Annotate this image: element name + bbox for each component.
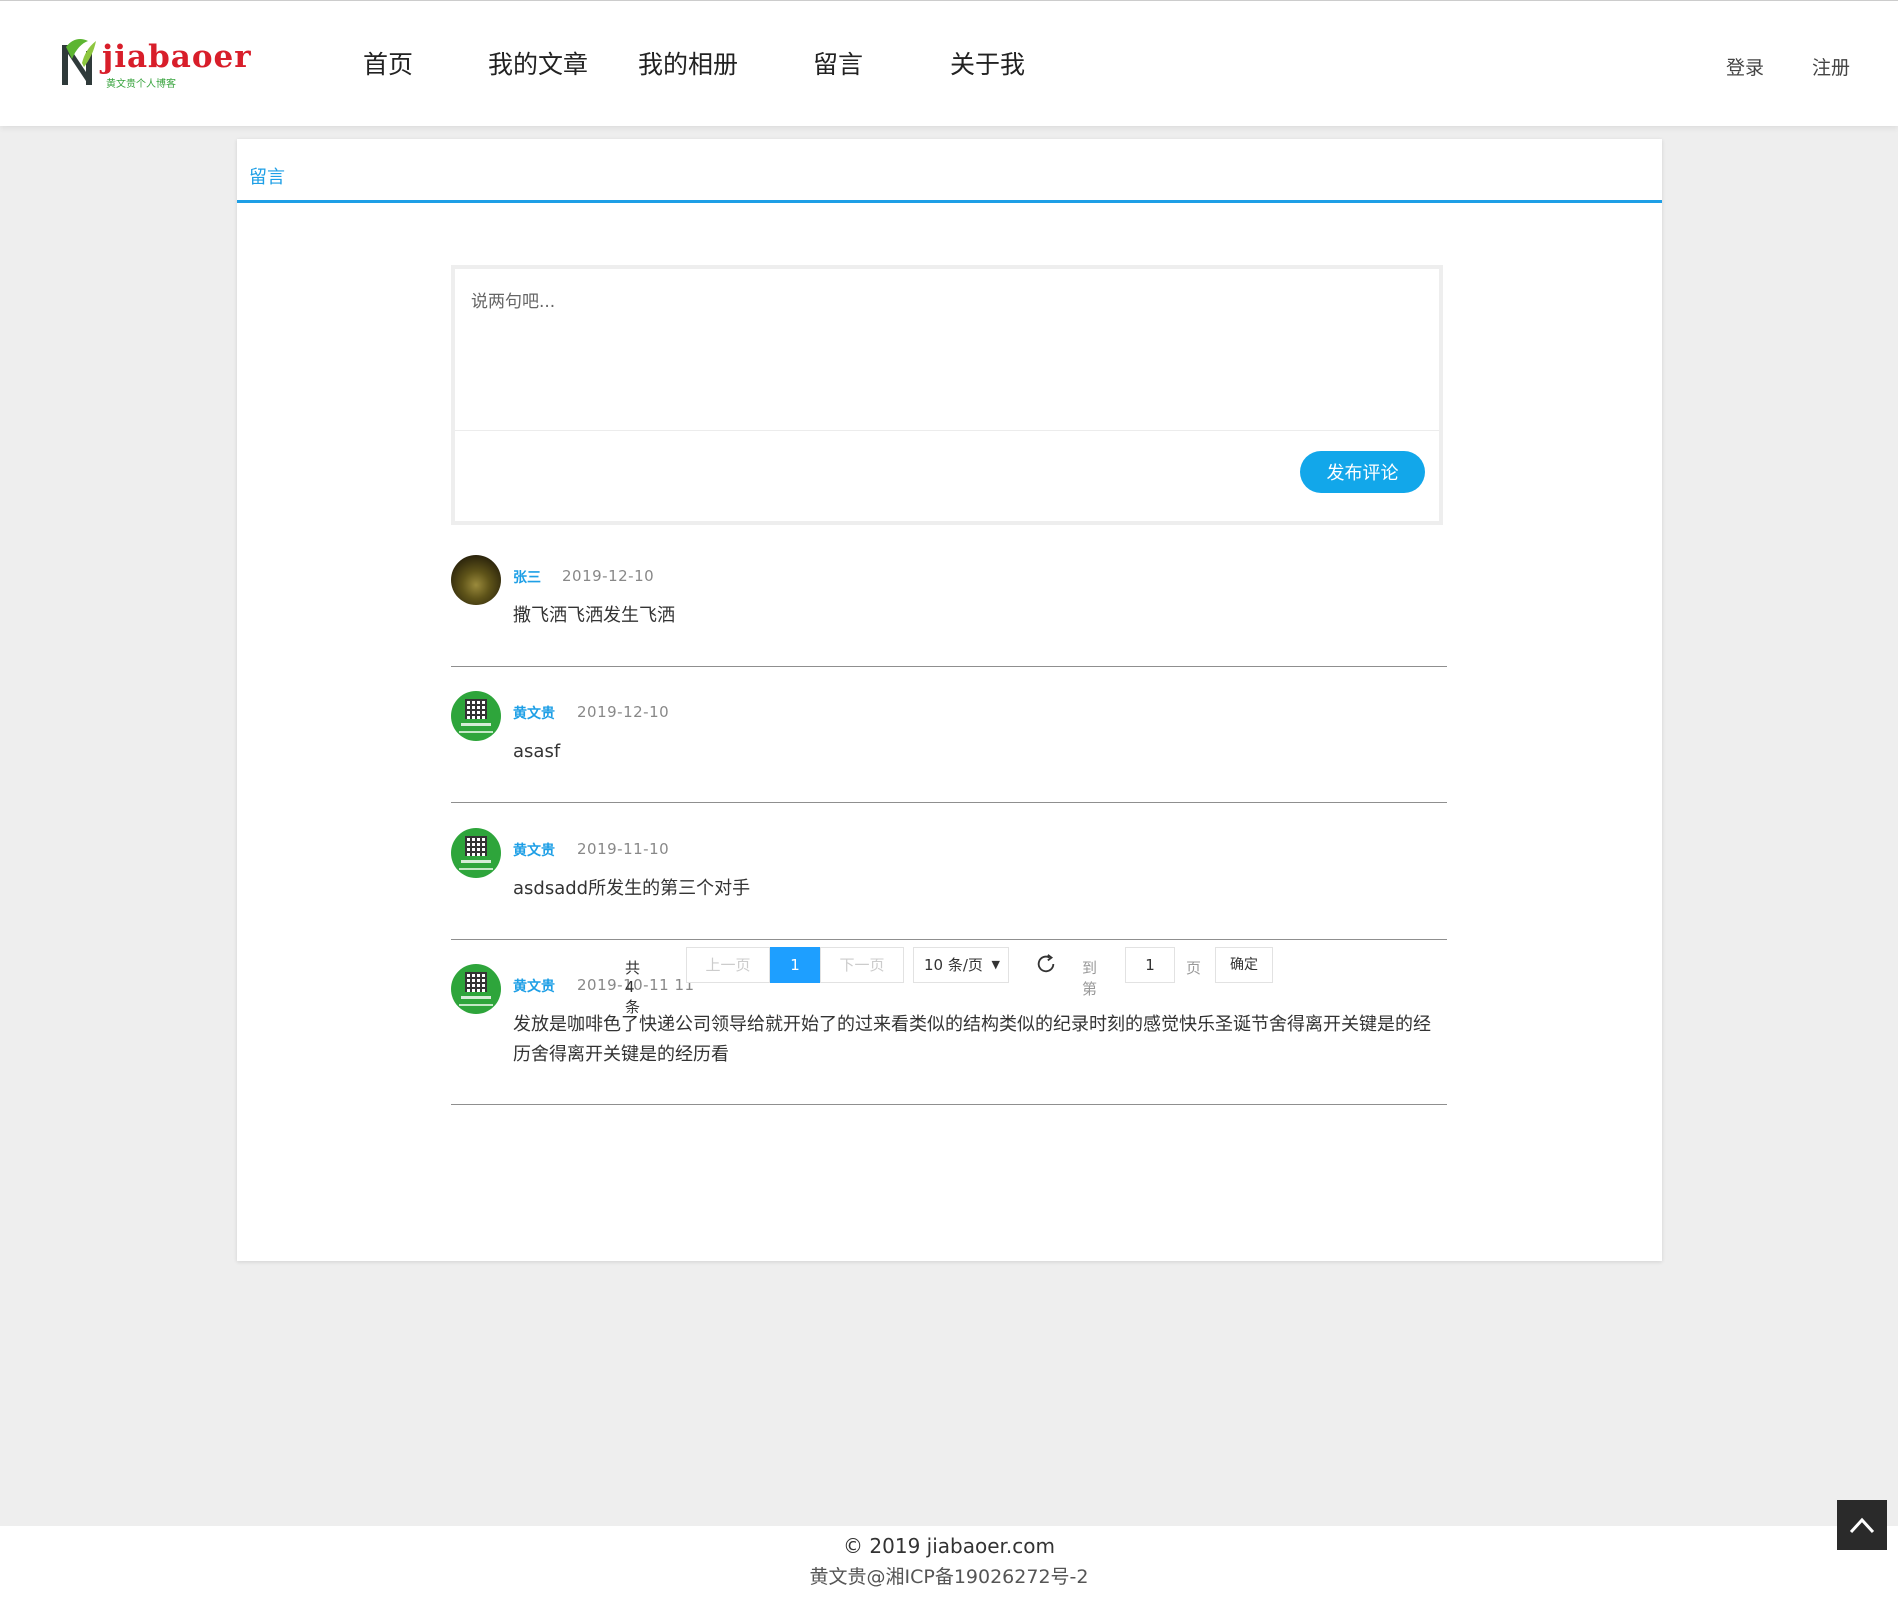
tab-messages[interactable]: 留言: [249, 163, 285, 189]
comment-author[interactable]: 黄文贵: [513, 840, 555, 860]
comment-date: 2019-12-10: [577, 703, 670, 721]
caret-down-icon: ▼: [991, 958, 1000, 971]
comment-text: 撒飞洒飞洒发生飞洒: [513, 605, 675, 626]
login-link[interactable]: 登录: [1726, 53, 1764, 80]
publish-comment-button[interactable]: 发布评论: [1300, 451, 1425, 493]
page-size-select[interactable]: 10 条/页 ▼: [913, 947, 1009, 983]
comment-editor: 发布评论: [451, 265, 1443, 525]
avatar: [451, 555, 501, 605]
goto-page-input[interactable]: 1: [1125, 947, 1175, 983]
chevron-up-icon: [1849, 1517, 1875, 1534]
comment-item: 黄文贵 2019-12-10 asasf: [451, 691, 1447, 803]
comment-date: 2019-12-10: [562, 567, 655, 585]
comment-text: 发放是咖啡色了快递公司领导给就开始了的过来看类似的结构类似的纪录时刻的感觉快乐圣…: [513, 1014, 1431, 1065]
pagination-total: 共 4 条: [625, 959, 641, 1016]
logo-tagline: 黄文贵个人博客: [106, 79, 176, 90]
nav-item-home[interactable]: 首页: [363, 45, 413, 81]
nav-item-about[interactable]: 关于我: [950, 45, 1025, 81]
comment-date: 2019-11-10: [577, 840, 670, 858]
page-number-current[interactable]: 1: [770, 947, 820, 983]
comment-text: asasf: [513, 741, 561, 762]
footer-copyright: © 2019 jiabaoer.com: [843, 1534, 1055, 1558]
prev-page-button[interactable]: 上一页: [686, 947, 770, 983]
comment-item: 黄文贵 2019-11-10 asdsadd所发生的第三个对手: [451, 828, 1447, 940]
back-to-top-button[interactable]: [1837, 1500, 1887, 1550]
comment-text: asdsadd所发生的第三个对手: [513, 878, 751, 899]
page-unit-label: 页: [1186, 959, 1202, 977]
comment-author[interactable]: 黄文贵: [513, 703, 555, 723]
logo-mark-icon: [62, 39, 96, 85]
avatar: [451, 691, 501, 741]
avatar: [451, 828, 501, 878]
comment-author[interactable]: 张三: [513, 567, 541, 587]
nav-item-albums[interactable]: 我的相册: [638, 45, 738, 81]
refresh-icon[interactable]: [1035, 953, 1057, 975]
nav-item-messages[interactable]: 留言: [813, 45, 863, 81]
site-footer: © 2019 jiabaoer.com 黄文贵@湘ICP备19026272号-2: [0, 1526, 1898, 1599]
register-link[interactable]: 注册: [1812, 53, 1850, 80]
site-header: jiabaoer 黄文贵个人博客 首页 我的文章 我的相册 留言 关于我 登录 …: [0, 0, 1898, 126]
logo-text: jiabaoer: [102, 39, 252, 75]
goto-label: 到第: [1082, 959, 1098, 998]
comment-textarea[interactable]: [455, 269, 1439, 431]
next-page-button[interactable]: 下一页: [820, 947, 904, 983]
footer-icp[interactable]: 黄文贵@湘ICP备19026272号-2: [0, 1562, 1898, 1589]
comment-author[interactable]: 黄文贵: [513, 976, 555, 996]
site-logo[interactable]: jiabaoer 黄文贵个人博客: [58, 37, 251, 93]
comment-item: 黄文贵 2019-10-11 11 发放是咖啡色了快递公司领导给就开始了的过来看…: [451, 964, 1447, 1105]
tab-underline: [237, 200, 1662, 203]
comment-item: 张三 2019-12-10 撒飞洒飞洒发生飞洒: [451, 555, 1447, 667]
avatar: [451, 964, 501, 1014]
nav-item-articles[interactable]: 我的文章: [488, 45, 588, 81]
goto-confirm-button[interactable]: 确定: [1215, 947, 1273, 983]
message-board-card: 留言 发布评论 张三 2019-12-10 撒飞洒飞洒发生飞洒 黄文贵 2019…: [237, 139, 1662, 1261]
page-size-label: 10 条/页: [924, 956, 983, 974]
